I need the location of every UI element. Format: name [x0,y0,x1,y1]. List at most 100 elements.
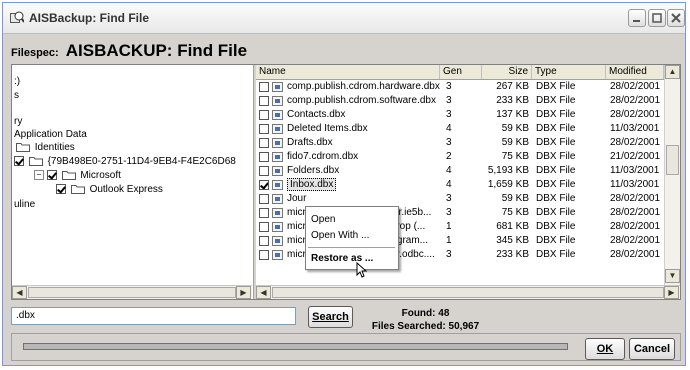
cell-size: 59 KB [501,123,529,134]
file-name-text: Inbox.dbx [287,178,337,191]
column-name[interactable]: Name [256,65,440,79]
row-checkbox[interactable] [259,208,269,218]
tree-item-microsoft[interactable]: − Microsoft [34,169,121,182]
scroll-left-icon[interactable]: ◀ [256,286,271,299]
ok-button[interactable]: OK [585,338,625,360]
tree-hscrollbar[interactable]: ◀ ▶ [12,285,252,299]
row-checkbox[interactable] [259,250,269,260]
table-row[interactable]: fido7.cdrom.dbx 2 75 KB DBX File 21/02/2001 [256,150,676,164]
tree-item-identity-guid[interactable]: {79B498E0-2751-11D4-9EB4-F4E2C6D68 [14,155,236,168]
scroll-down-icon[interactable]: ▼ [665,269,680,283]
cell-modified: 11/03/2001 [610,123,660,134]
cell-size: 345 KB [496,235,529,246]
menu-item-open[interactable]: Open [306,212,398,228]
cell-gen: 1 [446,221,452,232]
cell-type: DBX File [536,123,576,134]
table-row[interactable]: Jour 3 59 KB DBX File 28/02/2001 [256,192,676,206]
table-row[interactable]: comp.publish.cdrom.hardware.dbx 3 267 KB DB… [256,80,676,94]
column-modified[interactable]: Modified [606,65,664,79]
title-bar[interactable]: AISBackup: Find File [3,3,685,34]
search-stats: Found: 48 Files Searched: 50,967 [363,307,488,333]
maximize-button[interactable] [648,9,666,27]
cell-modified: 28/02/2001 [610,137,661,148]
cell-gen: 4 [446,179,452,190]
file-name-text: micr [287,235,306,246]
cell-gen: 3 [446,207,452,218]
scroll-left-icon[interactable]: ◀ [12,286,27,299]
file-name: Jour [287,192,445,206]
file-name: comp.publish.cdrom.hardware.dbx [287,80,445,94]
menu-item-open-with[interactable]: Open With ... [306,228,398,244]
table-row[interactable]: Contacts.dbx 3 137 KB DBX File 28/02/2001 [256,108,676,122]
row-checkbox[interactable] [259,124,269,134]
tree-item-label: uline [14,199,36,210]
list-vscrollbar[interactable]: ▲ ▼ [664,65,680,285]
close-button[interactable] [667,9,685,27]
file-icon [272,96,283,106]
table-row[interactable]: Drafts.dbx 3 59 KB DBX File 28/02/2001 [256,136,676,150]
window-title: AISBackup: Find File [29,11,150,25]
cell-type: DBX File [536,95,576,106]
menu-item-restore-as[interactable]: Restore as ... [306,251,398,267]
list-hscrollbar[interactable]: ◀ ▶ [256,285,680,299]
row-checkbox[interactable] [259,166,269,176]
cell-size: 137 KB [496,109,529,120]
scroll-up-icon[interactable]: ▲ [665,65,680,79]
row-checkbox[interactable] [259,222,269,232]
progress-fill [24,344,567,349]
tree-item[interactable]: :) [14,75,20,88]
cell-modified: 11/03/2001 [610,165,660,176]
scroll-right-icon[interactable]: ▶ [236,286,251,299]
tree-item-label: ry [14,116,23,127]
minimize-button[interactable] [628,9,646,27]
row-checkbox[interactable] [259,194,269,204]
table-row[interactable]: Inbox.dbx 4 1,659 KB DBX File 11/03/2001 [256,178,676,192]
file-icon [272,222,283,232]
folder-icon [61,171,76,181]
table-row[interactable]: Folders.dbx 4 5,193 KB DBX File 11/03/2001 [256,164,676,178]
filespec-label: Filespec: [11,47,59,59]
row-checkbox[interactable] [259,236,269,246]
filespec-input[interactable]: .dbx [11,307,296,325]
row-checkbox[interactable] [259,110,269,120]
row-checkbox[interactable] [259,152,269,162]
cell-size: 59 KB [501,137,529,148]
progress-bar [23,343,568,350]
tree-item[interactable]: Application Data [14,128,87,141]
table-row[interactable]: comp.publish.cdrom.software.dbx 3 233 KB DB… [256,94,676,108]
scroll-thumb[interactable] [28,287,236,298]
table-row[interactable]: Deleted Items.dbx 4 59 KB DBX File 11/03/200… [256,122,676,136]
tree-item[interactable]: s [14,89,19,102]
scroll-thumb[interactable] [272,287,664,298]
tree-item[interactable]: ry [14,115,22,128]
cell-modified: 28/02/2001 [610,207,661,218]
file-name-text: fido7.cdrom.dbx [287,151,359,162]
row-checkbox[interactable] [259,96,269,106]
close-icon [671,13,681,23]
cell-size: 5,193 KB [487,165,529,176]
tree-item-outlook-express[interactable]: Outlook Express [56,183,163,196]
cell-modified: 28/02/2001 [610,109,661,120]
tree-checkbox[interactable] [56,184,66,195]
tree-item-label: s [14,90,19,101]
row-checkbox[interactable] [259,180,269,190]
row-checkbox[interactable] [259,138,269,148]
cell-size: 233 KB [496,249,529,260]
file-name-text: Folders.dbx [287,165,340,176]
file-name-text: comp.publish.cdrom.software.dbx [287,95,436,106]
tree-item-identities[interactable]: Identities [14,141,75,154]
folder-tree[interactable]: :) s ry Application Data Identities {79B… [12,65,253,285]
tree-item[interactable]: uline [14,198,35,211]
column-type[interactable]: Type [532,65,606,79]
tree-checkbox[interactable] [46,170,57,181]
scroll-right-icon[interactable]: ▶ [664,286,679,299]
collapse-toggle-icon[interactable]: − [34,170,44,181]
scroll-thumb[interactable] [666,145,679,175]
search-button[interactable]: Search [308,306,353,328]
column-gen[interactable]: Gen [440,65,482,79]
cancel-button[interactable]: Cancel [629,338,675,360]
column-size[interactable]: Size [482,65,532,79]
tree-checkbox[interactable] [14,156,24,167]
row-checkbox[interactable] [259,82,269,92]
files-searched-count: Files Searched: 50,967 [371,321,480,332]
